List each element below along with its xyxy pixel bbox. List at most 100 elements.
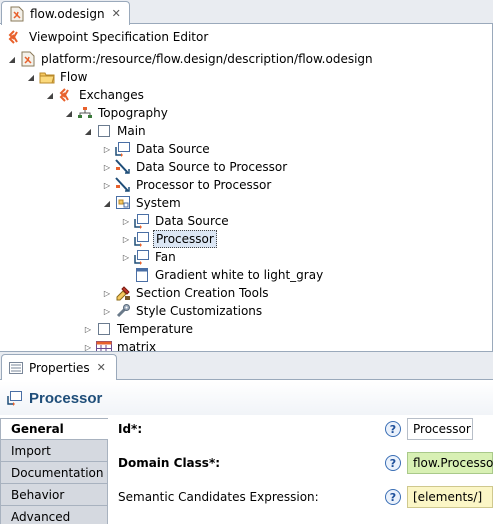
expand-arrow-icon[interactable]: ▷: [101, 176, 113, 194]
exchanges-icon: [58, 87, 74, 103]
tree-item[interactable]: ◢ Exchanges: [44, 86, 146, 104]
layer-icon: [96, 123, 112, 139]
side-tab-import[interactable]: Import: [0, 440, 108, 462]
side-tab-documentation[interactable]: Documentation: [0, 462, 108, 484]
tree-item-label: Section Creation Tools: [136, 286, 269, 300]
expand-arrow-icon[interactable]: ▷: [101, 284, 113, 302]
viewpoint-editor-icon: [7, 29, 23, 45]
style-customization-icon: [115, 303, 131, 319]
close-icon[interactable]: ✕: [97, 361, 106, 374]
tree-item-label: platform:/resource/flow.design/descripti…: [41, 52, 373, 66]
edge-mapping-icon: [115, 177, 131, 193]
field-label: Id*:: [118, 422, 143, 436]
layer-icon: [96, 321, 112, 337]
help-icon[interactable]: ?: [385, 421, 401, 437]
expand-arrow-icon[interactable]: ▷: [120, 230, 132, 248]
tree-item-label: Style Customizations: [136, 304, 263, 318]
tree-item[interactable]: ◢ System: [101, 194, 183, 212]
side-tab-behavior[interactable]: Behavior: [0, 484, 108, 506]
tree-item-label: Topography: [98, 106, 168, 120]
tree-item[interactable]: ▷ Style Customizations: [101, 302, 264, 320]
diagram-description-icon: [77, 105, 93, 121]
tree-item[interactable]: ◢ Flow: [25, 68, 89, 86]
expand-arrow-icon[interactable]: ▷: [101, 158, 113, 176]
tree-item[interactable]: ▷ Processor: [120, 230, 217, 248]
properties-view: Properties ✕ Processor General Import Docu…: [0, 351, 493, 524]
matrix-icon: [96, 339, 112, 351]
help-icon[interactable]: ?: [385, 455, 401, 471]
tree-item[interactable]: Gradient white to light_gray: [120, 266, 325, 284]
edge-mapping-icon: [115, 159, 131, 175]
node-mapping-icon: [134, 231, 150, 247]
properties-title-bar: Processor: [0, 381, 493, 415]
properties-title: Processor: [29, 389, 103, 407]
tree-item-label: Processor: [153, 230, 217, 248]
help-icon[interactable]: ?: [385, 489, 401, 505]
tree-item[interactable]: ◢ Topography: [63, 104, 170, 122]
tree-item-label: System: [136, 196, 181, 210]
collapse-arrow-icon[interactable]: ◢: [6, 50, 18, 68]
node-mapping-icon: [134, 213, 150, 229]
gradient-style-icon: [134, 267, 150, 283]
properties-icon: [8, 360, 24, 376]
tree-item-label: Temperature: [117, 322, 194, 336]
tree-item[interactable]: ▷ Data Source to Processor: [101, 158, 289, 176]
expand-arrow-icon[interactable]: ▷: [101, 302, 113, 320]
collapse-arrow-icon[interactable]: ◢: [82, 122, 94, 140]
tree-item-label: Data Source: [136, 142, 210, 156]
expand-arrow-icon[interactable]: ▷: [82, 320, 94, 338]
tools-icon: [115, 285, 131, 301]
tree-item[interactable]: ▷ Processor to Processor: [101, 176, 273, 194]
tree-item[interactable]: ▷ matrix: [82, 338, 158, 351]
tree-item-label: Fan: [155, 250, 176, 264]
domain-class-field[interactable]: flow.Processor: [407, 452, 493, 474]
description-tree[interactable]: ◢ platform:/resource/flow.design/descript…: [0, 49, 492, 351]
expand-arrow-icon[interactable]: ▷: [101, 140, 113, 158]
expand-arrow-icon[interactable]: ▷: [120, 248, 132, 266]
odesign-editor: flow.odesign ✕ Viewpoint Specification E…: [0, 0, 493, 351]
container-mapping-icon: [115, 195, 131, 211]
properties-tab-strip: Properties ✕: [0, 352, 493, 380]
tree-item-label: Main: [117, 124, 146, 138]
semantic-candidates-field[interactable]: [elements/]: [407, 486, 493, 508]
tree-item-label: Processor to Processor: [136, 178, 272, 192]
id-field[interactable]: Processor: [407, 418, 473, 440]
node-mapping-icon: [7, 390, 23, 406]
editor-header: Viewpoint Specification Editor: [0, 25, 493, 49]
editor-header-title: Viewpoint Specification Editor: [29, 30, 209, 44]
tree-item[interactable]: ▷ Temperature: [82, 320, 195, 338]
viewpoint-folder-icon: [39, 69, 55, 85]
expand-arrow-icon[interactable]: ▷: [82, 338, 94, 352]
editor-tab-flow-odesign[interactable]: flow.odesign ✕: [1, 1, 130, 25]
collapse-arrow-icon[interactable]: ◢: [25, 68, 37, 86]
tree-item[interactable]: ▷ Section Creation Tools: [101, 284, 271, 302]
field-label: Semantic Candidates Expression:: [118, 490, 319, 504]
field-label: Domain Class*:: [118, 456, 221, 470]
side-tab-advanced[interactable]: Advanced: [0, 506, 108, 524]
editor-tab-strip: flow.odesign ✕: [0, 0, 493, 25]
properties-side-tabs: General Import Documentation Behavior Advanc…: [0, 418, 108, 524]
close-icon[interactable]: ✕: [112, 7, 121, 20]
node-mapping-icon: [115, 141, 131, 157]
tree-item-label: Gradient white to light_gray: [155, 268, 324, 282]
tree-item[interactable]: ▷ Data Source: [101, 140, 212, 158]
tree-item[interactable]: ◢ platform:/resource/flow.design/descript…: [6, 50, 375, 68]
expand-arrow-icon[interactable]: ▷: [120, 212, 132, 230]
tree-item-label: matrix: [117, 340, 157, 351]
tree-item-label: Flow: [60, 70, 88, 84]
collapse-arrow-icon[interactable]: ◢: [44, 86, 56, 104]
properties-tab-label: Properties: [29, 360, 90, 375]
tree-item[interactable]: ◢ Main: [82, 122, 148, 140]
collapse-arrow-icon[interactable]: ◢: [63, 104, 75, 122]
collapse-arrow-icon[interactable]: ◢: [101, 194, 113, 212]
tree-item-label: Data Source: [155, 214, 229, 228]
tree-item[interactable]: ▷ Data Source: [120, 212, 231, 230]
node-mapping-icon: [134, 249, 150, 265]
tab-properties[interactable]: Properties ✕: [1, 354, 117, 380]
tree-item-label: Exchanges: [79, 88, 144, 102]
tree-item[interactable]: ▷ Fan: [120, 248, 178, 266]
odesign-file-icon: [9, 6, 25, 22]
tree-item-label: Data Source to Processor: [136, 160, 288, 174]
side-tab-general[interactable]: General: [0, 418, 108, 440]
